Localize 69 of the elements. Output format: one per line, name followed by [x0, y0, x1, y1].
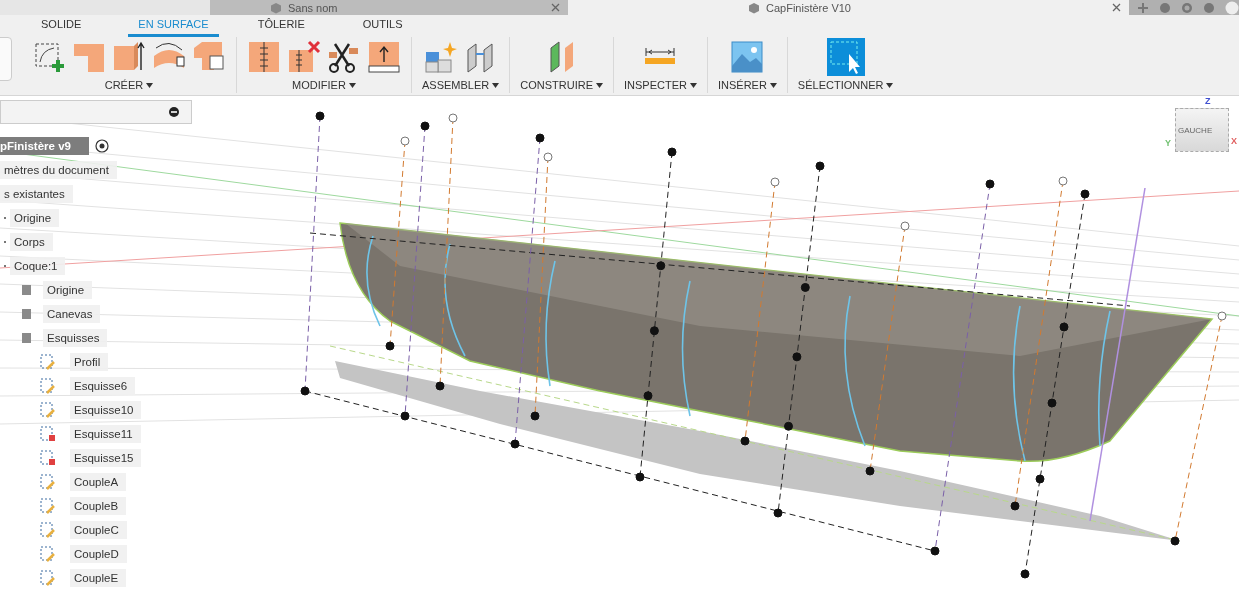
caret-icon[interactable]	[596, 82, 603, 88]
close-icon[interactable]	[551, 3, 560, 12]
document-tab[interactable]: Sans nom	[209, 0, 568, 15]
axis-label: X	[1231, 136, 1237, 146]
caret-icon[interactable]	[886, 82, 894, 88]
caret-icon[interactable]	[689, 82, 697, 88]
browser-tree-item[interactable]: Origine	[43, 281, 93, 299]
browser-tree-item[interactable]: Origine	[10, 209, 60, 227]
sketch-pencil-icon	[40, 354, 56, 370]
sketch-lock-icon	[40, 450, 56, 466]
ribbon-tab[interactable]: OUTILS	[359, 18, 406, 37]
sketch-pencil-icon	[40, 546, 56, 562]
caret-icon[interactable]	[348, 82, 356, 88]
browser-tree-item[interactable]: mètres du document	[0, 161, 117, 179]
minus-icon[interactable]	[169, 107, 179, 117]
plus-icon[interactable]	[1137, 1, 1149, 14]
browser-tree-item[interactable]: Profil	[70, 353, 109, 371]
browser-tree-item[interactable]: CoupleA	[70, 473, 127, 491]
folder-icon	[22, 309, 31, 319]
sketch-pencil-icon	[40, 402, 56, 418]
sketch-pencil-icon	[40, 474, 56, 490]
component-star-icon[interactable]	[423, 40, 458, 74]
ribbon-tab[interactable]: TÔLERIE	[254, 18, 308, 37]
browser-tree-item[interactable]: Esquisse6	[70, 377, 136, 395]
ribbon-group-menu[interactable]: ASSEMBLER	[422, 79, 490, 91]
sketch-plus-icon[interactable]	[32, 40, 66, 74]
browser-tree-item[interactable]: Esquisse11	[70, 425, 141, 443]
ribbon-tab[interactable]: SOLIDE	[38, 18, 85, 37]
ribbon-group-menu[interactable]: CRÉER	[104, 79, 144, 91]
sketch-pencil-icon	[40, 570, 56, 586]
browser-tree-item[interactable]: CoupleD	[70, 545, 127, 563]
activate-radio-icon[interactable]	[94, 139, 109, 153]
sketch-pencil-icon	[40, 498, 56, 514]
sketch-lock-icon	[40, 426, 56, 442]
ribbon-group-menu[interactable]: SÉLECTIONNER	[797, 79, 884, 91]
axis-label: Y	[1165, 138, 1171, 148]
close-icon[interactable]	[1112, 3, 1121, 12]
ribbon-group-menu[interactable]: INSPECTER	[624, 79, 687, 91]
browser-tree-item[interactable]: CoupleC	[70, 521, 127, 539]
sketch-pencil-icon	[40, 522, 56, 538]
folder-icon	[22, 285, 31, 295]
browser-tree-item[interactable]: Corps	[10, 233, 53, 251]
cube-icon	[748, 1, 760, 14]
folder-icon	[22, 333, 31, 343]
ribbon-group-menu[interactable]: MODIFIER	[292, 79, 346, 91]
delete-face-icon[interactable]	[287, 40, 321, 74]
caret-icon[interactable]	[146, 82, 154, 88]
browser-tree-item[interactable]: s existantes	[0, 185, 73, 203]
browser-tree-item[interactable]: Esquisse15	[70, 449, 142, 467]
ruler-face-icon[interactable]	[247, 40, 281, 74]
select-icon[interactable]	[826, 38, 865, 76]
ribbon-group-menu[interactable]: CONSTRUIRE	[520, 79, 593, 91]
browser-tree-item[interactable]: Coque:1	[10, 257, 66, 275]
browser-tree-item[interactable]: Canevas	[43, 305, 101, 323]
offset-face-icon[interactable]	[367, 40, 401, 74]
browser-tree-item[interactable]: CoupleE	[70, 569, 127, 587]
axis-label: Z	[1205, 96, 1211, 106]
sketch-pencil-icon	[40, 378, 56, 394]
browser-tree-item[interactable]: CoupleB	[70, 497, 127, 515]
view-cube[interactable]: GAUCHE	[1175, 108, 1229, 152]
browser-tree-item[interactable]: Esquisse10	[70, 401, 142, 419]
caret-icon[interactable]	[492, 82, 500, 88]
image-icon[interactable]	[730, 40, 765, 74]
document-tab[interactable]: CapFinistère V10	[568, 0, 1129, 15]
browser-tree-item[interactable]: Esquisses	[43, 329, 108, 347]
caret-icon[interactable]	[769, 82, 777, 88]
ribbon-group-menu[interactable]: INSÉRER	[717, 79, 767, 91]
browser-search-field[interactable]	[0, 100, 192, 124]
avatar-icon[interactable]	[1225, 0, 1239, 15]
